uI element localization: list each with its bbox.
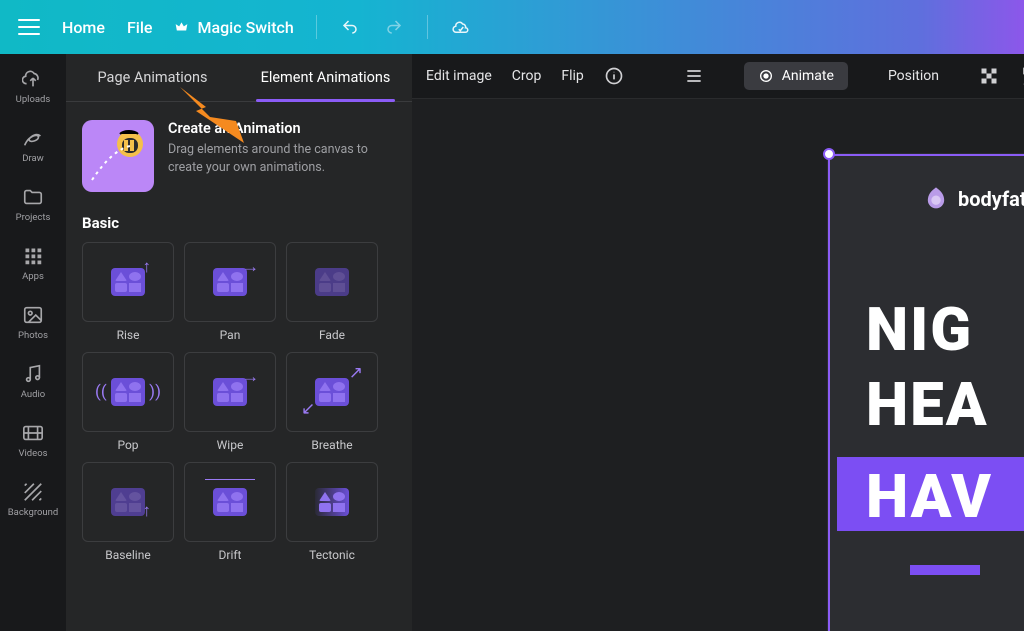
nav-videos[interactable]: Videos [0,418,66,463]
anim-breathe[interactable]: ↙↗ [286,352,378,432]
music-icon [22,363,44,385]
anim-label: Tectonic [309,548,355,562]
nav-label: Uploads [16,94,51,105]
brand-text: bodyfatcutter. [958,187,1024,211]
brand-logo: bodyfatcutter. [922,185,1024,213]
crop-button[interactable]: Crop [512,68,542,84]
nav-audio[interactable]: Audio [0,359,66,404]
animate-button[interactable]: Animate [744,62,848,90]
headline-line-1: NIG [866,294,973,365]
crown-icon [174,20,189,34]
info-icon[interactable] [604,66,624,86]
nav-uploads[interactable]: Uploads [0,64,66,109]
accent-bar [910,565,980,575]
anim-label: Fade [319,328,345,342]
animation-grid: ↑Rise →Pan Fade (())Pop →Wipe ↙↗Breathe … [82,242,396,562]
anim-rise[interactable]: ↑ [82,242,174,322]
anim-label: Breathe [311,438,352,452]
anim-tectonic[interactable] [286,462,378,542]
top-bar: Home File Magic Switch [0,0,1024,54]
selection-border [828,154,830,631]
nav-label: Apps [22,271,44,282]
nav-background[interactable]: Background [0,477,66,522]
apps-icon [22,245,44,267]
canvas-area[interactable]: bodyfatcutter. NIG HEA HAV [412,99,1024,631]
nav-projects[interactable]: Projects [0,182,66,227]
selection-handle[interactable] [823,148,835,160]
magic-switch-label: Magic Switch [197,18,293,37]
create-animation-card[interactable]: Create an Animation Drag elements around… [82,120,396,192]
draw-icon [22,127,44,149]
redo-button[interactable] [383,18,405,36]
flip-button[interactable]: Flip [561,68,583,84]
copy-style-icon[interactable] [1019,66,1024,86]
home-link[interactable]: Home [62,18,105,37]
nav-label: Draw [22,153,44,164]
brand-icon [922,185,950,213]
anim-pan[interactable]: → [184,242,276,322]
selection-border [829,154,1024,156]
anim-baseline[interactable]: ↑ [82,462,174,542]
create-animation-title: Create an Animation [168,120,396,137]
anim-label: Rise [117,328,140,342]
animate-icon [758,68,774,84]
menu-icon[interactable] [18,19,40,35]
headline-line-2: HEA [866,369,989,440]
context-toolbar: Edit image Crop Flip Animate Position [412,54,1024,99]
upload-icon [22,68,44,90]
position-button[interactable]: Position [888,68,939,84]
nav-label: Projects [16,212,51,223]
nav-draw[interactable]: Draw [0,123,66,168]
image-icon [22,304,44,326]
anim-label: Pop [117,438,138,452]
cloud-sync-icon[interactable] [450,18,472,36]
divider [427,15,428,39]
nav-label: Audio [21,389,45,400]
transparency-icon[interactable] [979,66,999,86]
anim-label: Drift [219,548,242,562]
nav-photos[interactable]: Photos [0,300,66,345]
anim-wipe[interactable]: → [184,352,276,432]
animate-label: Animate [782,68,834,84]
anim-label: Wipe [217,438,244,452]
list-icon[interactable] [684,66,704,86]
video-icon [22,422,44,444]
create-animation-subtitle: Drag elements around the canvas to creat… [168,141,396,176]
anim-label: Baseline [105,548,150,562]
divider [316,15,317,39]
section-basic: Basic [82,214,396,232]
undo-button[interactable] [339,18,361,36]
nav-label: Videos [18,448,47,459]
animation-thumbnail [82,120,154,192]
anim-label: Pan [220,328,241,342]
file-menu[interactable]: File [127,18,153,37]
tab-page-animations[interactable]: Page Animations [66,54,239,101]
panel-tabs: Page Animations Element Animations [66,54,412,102]
magic-switch-button[interactable]: Magic Switch [174,18,293,37]
background-icon [22,481,44,503]
anim-pop[interactable]: (()) [82,352,174,432]
folder-icon [22,186,44,208]
nav-apps[interactable]: Apps [0,241,66,286]
headline-line-3: HAV [866,457,993,532]
tab-element-animations[interactable]: Element Animations [239,54,412,101]
animation-panel: Page Animations Element Animations Creat… [66,54,412,631]
anim-drift[interactable] [184,462,276,542]
edit-image-button[interactable]: Edit image [426,68,492,84]
nav-label: Background [8,507,59,518]
anim-fade[interactable] [286,242,378,322]
nav-label: Photos [18,330,48,341]
left-nav: Uploads Draw Projects Apps Photos Audio … [0,54,66,631]
